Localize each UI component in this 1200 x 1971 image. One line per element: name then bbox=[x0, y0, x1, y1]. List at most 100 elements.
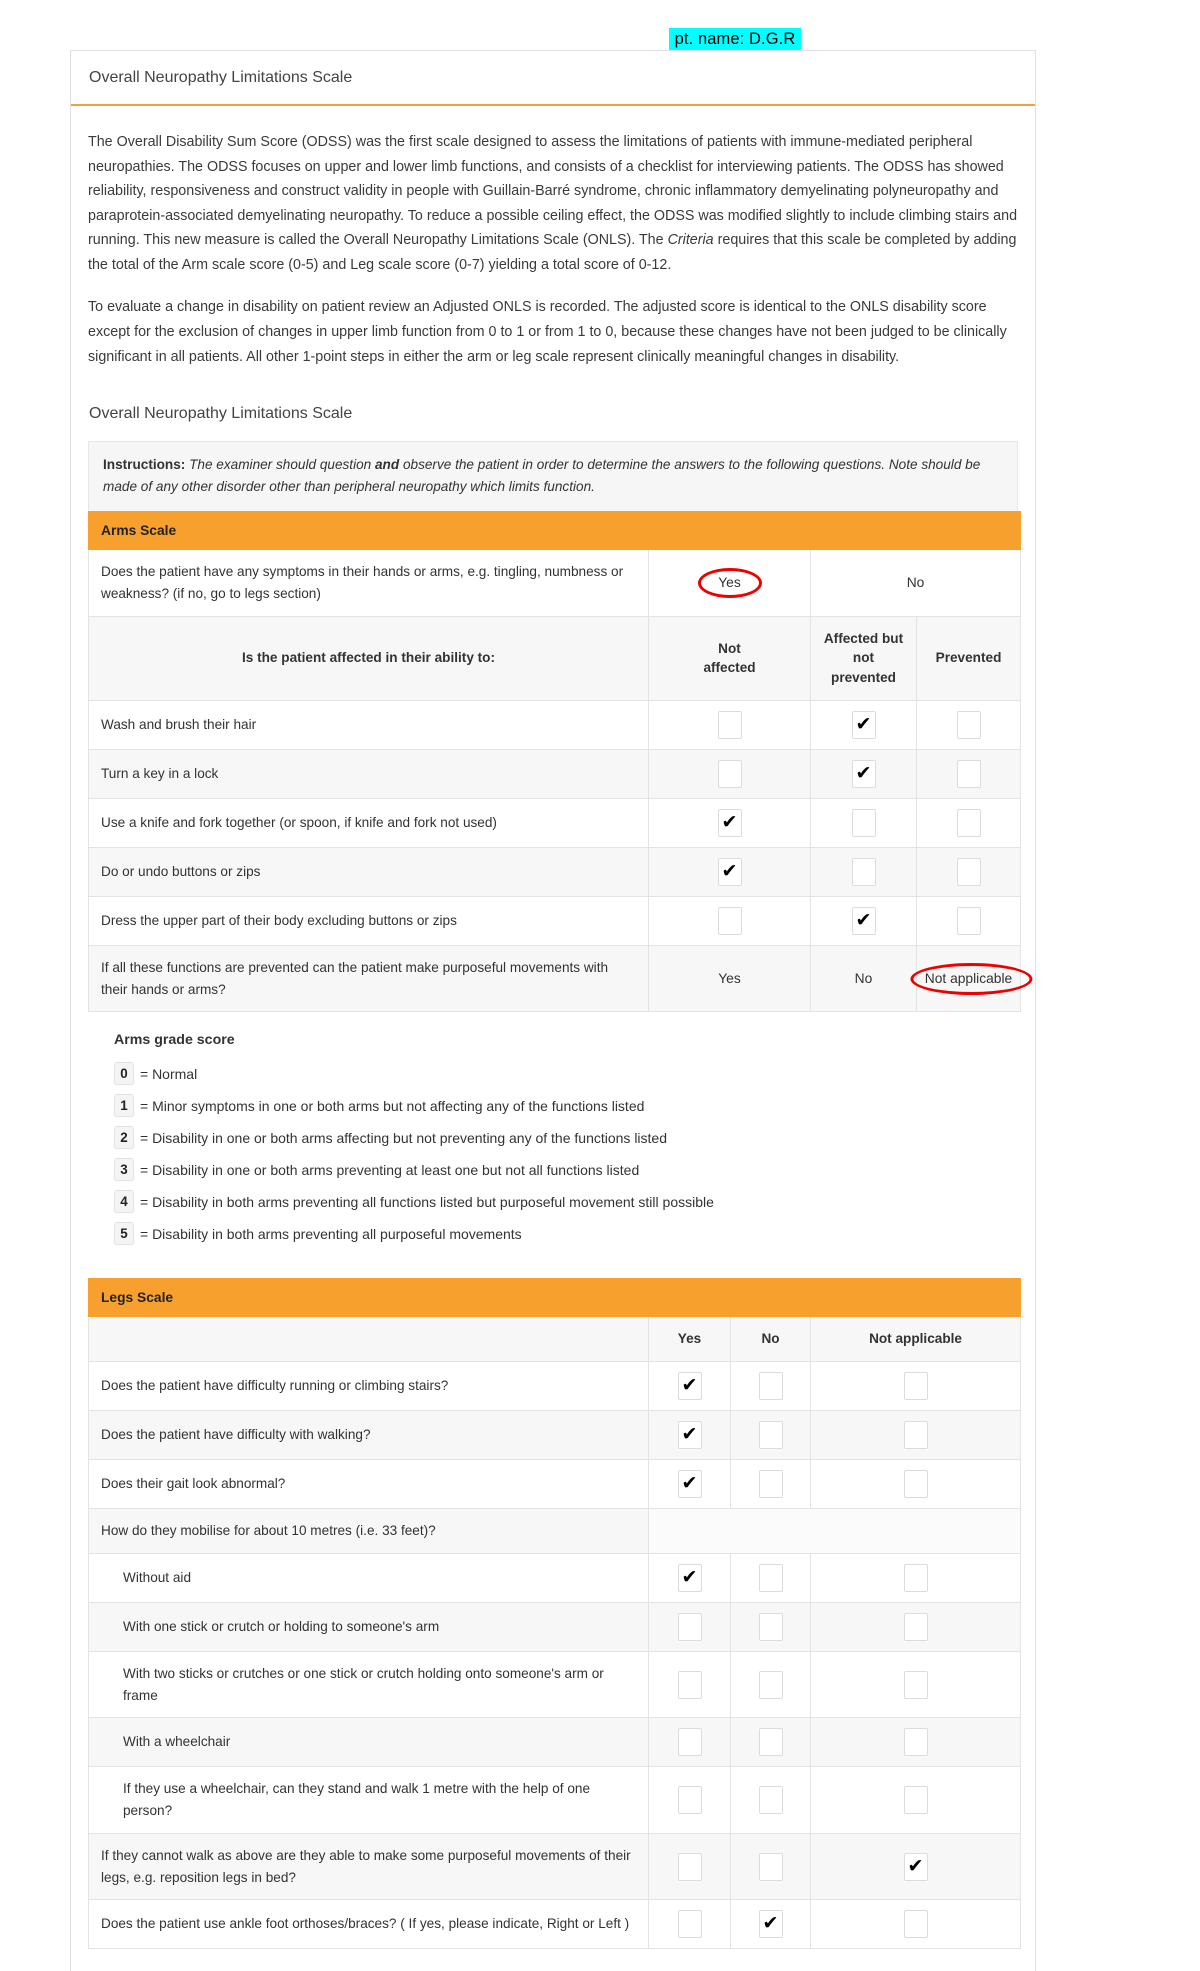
checkbox-empty[interactable] bbox=[851, 857, 876, 886]
legs-checkbox-not-applicable[interactable] bbox=[809, 1410, 1022, 1461]
checkbox-empty[interactable] bbox=[956, 710, 981, 739]
legs-checkbox-yes[interactable] bbox=[648, 1832, 731, 1901]
legs-checkbox-not-applicable[interactable] bbox=[809, 1650, 1022, 1719]
arms-screening-no[interactable]: No bbox=[809, 549, 1022, 617]
checkbox-empty[interactable] bbox=[956, 808, 981, 837]
checkmark-icon[interactable] bbox=[758, 1910, 783, 1939]
legs-checkbox-not-applicable[interactable] bbox=[809, 1552, 1022, 1603]
checkbox-empty[interactable] bbox=[903, 1612, 928, 1641]
checkmark-icon[interactable] bbox=[903, 1852, 928, 1881]
checkmark-icon[interactable] bbox=[677, 1563, 702, 1592]
checkbox-empty[interactable] bbox=[677, 1612, 702, 1641]
checkbox-empty[interactable] bbox=[677, 1852, 702, 1881]
legs-checkbox-not-applicable[interactable] bbox=[809, 1899, 1022, 1950]
arms-checkbox-not-affected[interactable] bbox=[648, 895, 811, 946]
legs-checkbox-yes[interactable] bbox=[648, 1552, 731, 1603]
arms-checkbox-not-affected[interactable] bbox=[648, 797, 811, 848]
checkbox-empty[interactable] bbox=[956, 857, 981, 886]
checkbox-empty[interactable] bbox=[903, 1372, 928, 1401]
checkbox-empty[interactable] bbox=[758, 1372, 783, 1401]
checkbox-empty[interactable] bbox=[758, 1728, 783, 1757]
legs-checkbox-no[interactable] bbox=[730, 1832, 811, 1901]
table-row: Does the patient have difficulty with wa… bbox=[88, 1410, 1022, 1461]
legs-checkbox-no[interactable] bbox=[730, 1361, 811, 1412]
checkmark-icon[interactable] bbox=[677, 1421, 702, 1450]
legs-checkbox-yes[interactable] bbox=[648, 1717, 731, 1768]
legs-checkbox-yes[interactable] bbox=[648, 1361, 731, 1412]
legs-checkbox-yes[interactable] bbox=[648, 1766, 731, 1834]
legs-col-no: No bbox=[730, 1316, 811, 1363]
legs-checkbox-no[interactable] bbox=[730, 1766, 811, 1834]
arms-checkbox-affected-not-prevented[interactable] bbox=[810, 797, 917, 848]
checkbox-empty[interactable] bbox=[956, 906, 981, 935]
arms-checkbox-not-affected[interactable] bbox=[648, 748, 811, 799]
checkbox-empty[interactable] bbox=[956, 759, 981, 788]
arms-checkbox-not-affected[interactable] bbox=[648, 699, 811, 750]
checkbox-empty[interactable] bbox=[677, 1786, 702, 1815]
legs-checkbox-yes[interactable] bbox=[648, 1459, 731, 1510]
checkbox-empty[interactable] bbox=[717, 759, 742, 788]
checkbox-empty[interactable] bbox=[851, 808, 876, 837]
legs-row-label: Does their gait look abnormal? bbox=[88, 1459, 649, 1510]
checkbox-empty[interactable] bbox=[758, 1563, 783, 1592]
checkbox-empty[interactable] bbox=[903, 1728, 928, 1757]
checkmark-icon[interactable] bbox=[851, 710, 876, 739]
arms-purposeful-not-applicable[interactable]: Not applicable bbox=[909, 944, 1032, 1013]
checkbox-empty[interactable] bbox=[903, 1786, 928, 1815]
legs-checkbox-not-applicable[interactable] bbox=[809, 1459, 1022, 1510]
checkmark-icon[interactable] bbox=[677, 1372, 702, 1401]
legs-checkbox-no[interactable] bbox=[730, 1899, 811, 1950]
checkbox-empty[interactable] bbox=[717, 710, 742, 739]
checkbox-empty[interactable] bbox=[758, 1470, 783, 1499]
checkbox-empty[interactable] bbox=[758, 1421, 783, 1450]
arms-checkbox-prevented[interactable] bbox=[915, 797, 1022, 848]
legs-checkbox-no[interactable] bbox=[730, 1717, 811, 1768]
arms-checkbox-not-affected[interactable] bbox=[648, 846, 811, 897]
legs-checkbox-no[interactable] bbox=[730, 1459, 811, 1510]
checkbox-empty[interactable] bbox=[903, 1421, 928, 1450]
checkmark-icon[interactable] bbox=[677, 1470, 702, 1499]
legs-checkbox-no[interactable] bbox=[730, 1650, 811, 1719]
checkmark-icon[interactable] bbox=[851, 906, 876, 935]
checkbox-empty[interactable] bbox=[758, 1612, 783, 1641]
checkbox-empty[interactable] bbox=[758, 1670, 783, 1699]
checkbox-empty[interactable] bbox=[677, 1728, 702, 1757]
legs-checkbox-no[interactable] bbox=[730, 1552, 811, 1603]
checkbox-empty[interactable] bbox=[717, 906, 742, 935]
legs-checkbox-yes[interactable] bbox=[648, 1899, 731, 1950]
arms-checkbox-prevented[interactable] bbox=[915, 846, 1022, 897]
checkbox-empty[interactable] bbox=[677, 1670, 702, 1699]
card-body: The Overall Disability Sum Score (ODSS) … bbox=[71, 106, 1035, 1971]
arms-checkbox-affected-not-prevented[interactable] bbox=[810, 699, 917, 750]
arms-checkbox-affected-not-prevented[interactable] bbox=[810, 895, 917, 946]
arms-checkbox-affected-not-prevented[interactable] bbox=[810, 748, 917, 799]
legs-checkbox-yes[interactable] bbox=[648, 1650, 731, 1719]
table-row: Does their gait look abnormal? bbox=[88, 1459, 1022, 1510]
legs-checkbox-yes[interactable] bbox=[648, 1601, 731, 1652]
arms-checkbox-prevented[interactable] bbox=[915, 895, 1022, 946]
arms-screening-yes[interactable]: Yes bbox=[648, 549, 811, 617]
checkbox-empty[interactable] bbox=[903, 1670, 928, 1699]
legs-checkbox-not-applicable[interactable] bbox=[809, 1361, 1022, 1412]
checkbox-empty[interactable] bbox=[903, 1910, 928, 1939]
checkmark-icon[interactable] bbox=[717, 857, 742, 886]
checkbox-empty[interactable] bbox=[903, 1470, 928, 1499]
checkmark-icon[interactable] bbox=[851, 759, 876, 788]
arms-purposeful-no[interactable]: No bbox=[810, 944, 917, 1013]
arms-checkbox-prevented[interactable] bbox=[915, 699, 1022, 750]
checkbox-empty[interactable] bbox=[758, 1852, 783, 1881]
legs-checkbox-not-applicable[interactable] bbox=[809, 1766, 1022, 1834]
checkbox-empty[interactable] bbox=[903, 1563, 928, 1592]
legs-checkbox-not-applicable[interactable] bbox=[809, 1717, 1022, 1768]
checkbox-empty[interactable] bbox=[677, 1910, 702, 1939]
legs-checkbox-not-applicable[interactable] bbox=[809, 1832, 1022, 1901]
legs-checkbox-not-applicable[interactable] bbox=[809, 1601, 1022, 1652]
legs-checkbox-no[interactable] bbox=[730, 1410, 811, 1461]
legs-checkbox-yes[interactable] bbox=[648, 1410, 731, 1461]
arms-purposeful-yes[interactable]: Yes bbox=[648, 944, 811, 1013]
checkmark-icon[interactable] bbox=[717, 808, 742, 837]
arms-checkbox-prevented[interactable] bbox=[915, 748, 1022, 799]
legs-checkbox-no[interactable] bbox=[730, 1601, 811, 1652]
checkbox-empty[interactable] bbox=[758, 1786, 783, 1815]
arms-checkbox-affected-not-prevented[interactable] bbox=[810, 846, 917, 897]
